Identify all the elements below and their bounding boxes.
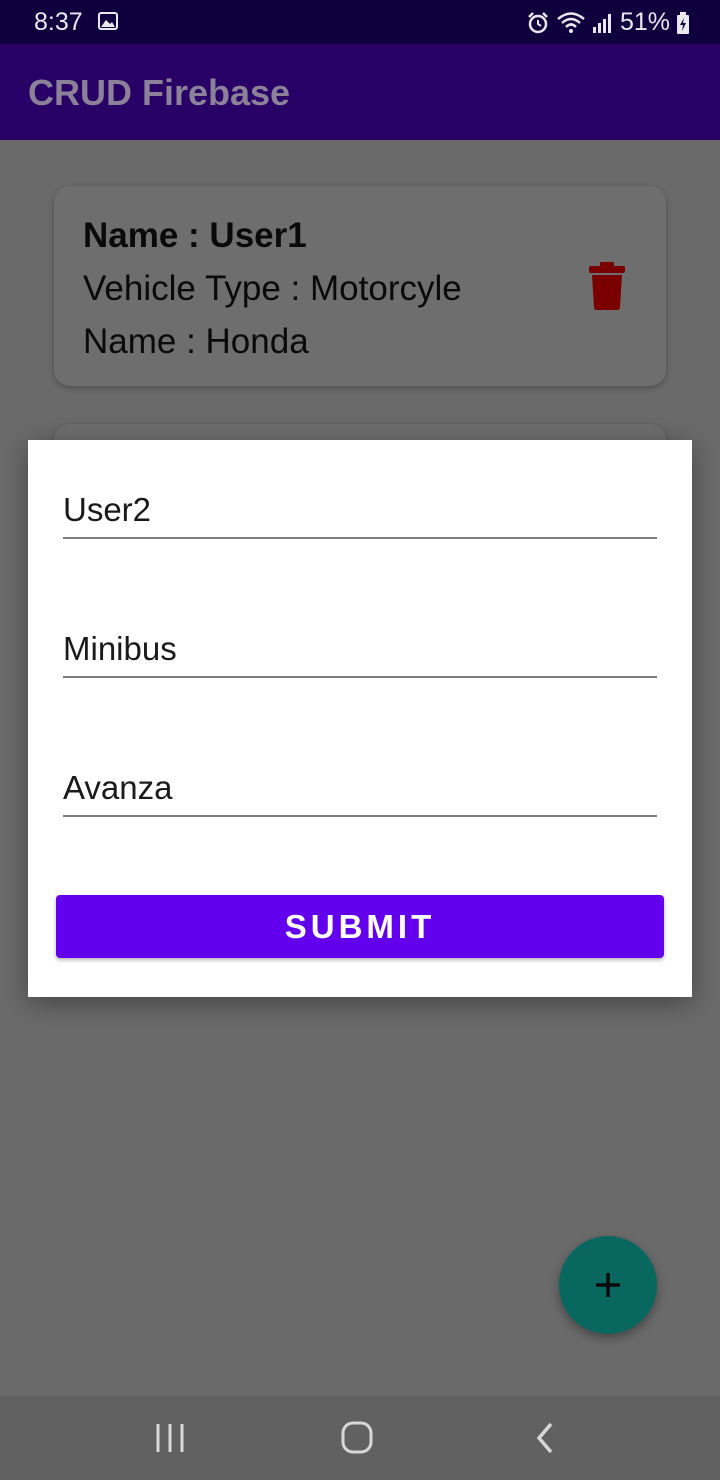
app-title: CRUD Firebase: [28, 72, 291, 113]
app-bar: CRUD Firebase: [0, 44, 720, 140]
edit-dialog: User2 Minibus Avanza SUBMIT: [28, 440, 692, 997]
item-name: Name : User1: [83, 216, 307, 255]
home-icon[interactable]: [337, 1420, 377, 1456]
add-button[interactable]: [559, 1236, 657, 1334]
status-time: 8:37: [34, 8, 83, 36]
signal-icon: [592, 13, 611, 33]
status-bar: 8:37 51%: [0, 0, 720, 44]
vehicle-name-field[interactable]: Avanza: [63, 765, 657, 817]
submit-button[interactable]: SUBMIT: [56, 895, 664, 958]
item-vehicle-name: Name : Honda: [83, 322, 309, 361]
alarm-icon: [528, 11, 548, 33]
vehicle-name-value: Avanza: [63, 769, 173, 806]
user-name-field[interactable]: User2: [63, 487, 657, 539]
back-icon[interactable]: [525, 1420, 565, 1456]
delete-icon[interactable]: [588, 262, 626, 310]
vehicle-type-field[interactable]: Minibus: [63, 626, 657, 678]
battery-icon: [677, 11, 689, 34]
navigation-bar: [0, 1396, 720, 1480]
battery-percent: 51%: [619, 8, 670, 36]
list-item[interactable]: Name : User1 Vehicle Type : Motorcyle Na…: [54, 186, 666, 386]
status-icons: 51%: [526, 8, 690, 37]
user-name-value: User2: [63, 491, 152, 528]
image-icon: [98, 12, 118, 30]
plus-icon: [596, 1273, 620, 1297]
item-vehicle-type: Vehicle Type : Motorcyle: [83, 269, 462, 308]
vehicle-type-value: Minibus: [63, 630, 177, 667]
recents-icon[interactable]: [150, 1420, 190, 1456]
wifi-icon: [557, 11, 585, 33]
